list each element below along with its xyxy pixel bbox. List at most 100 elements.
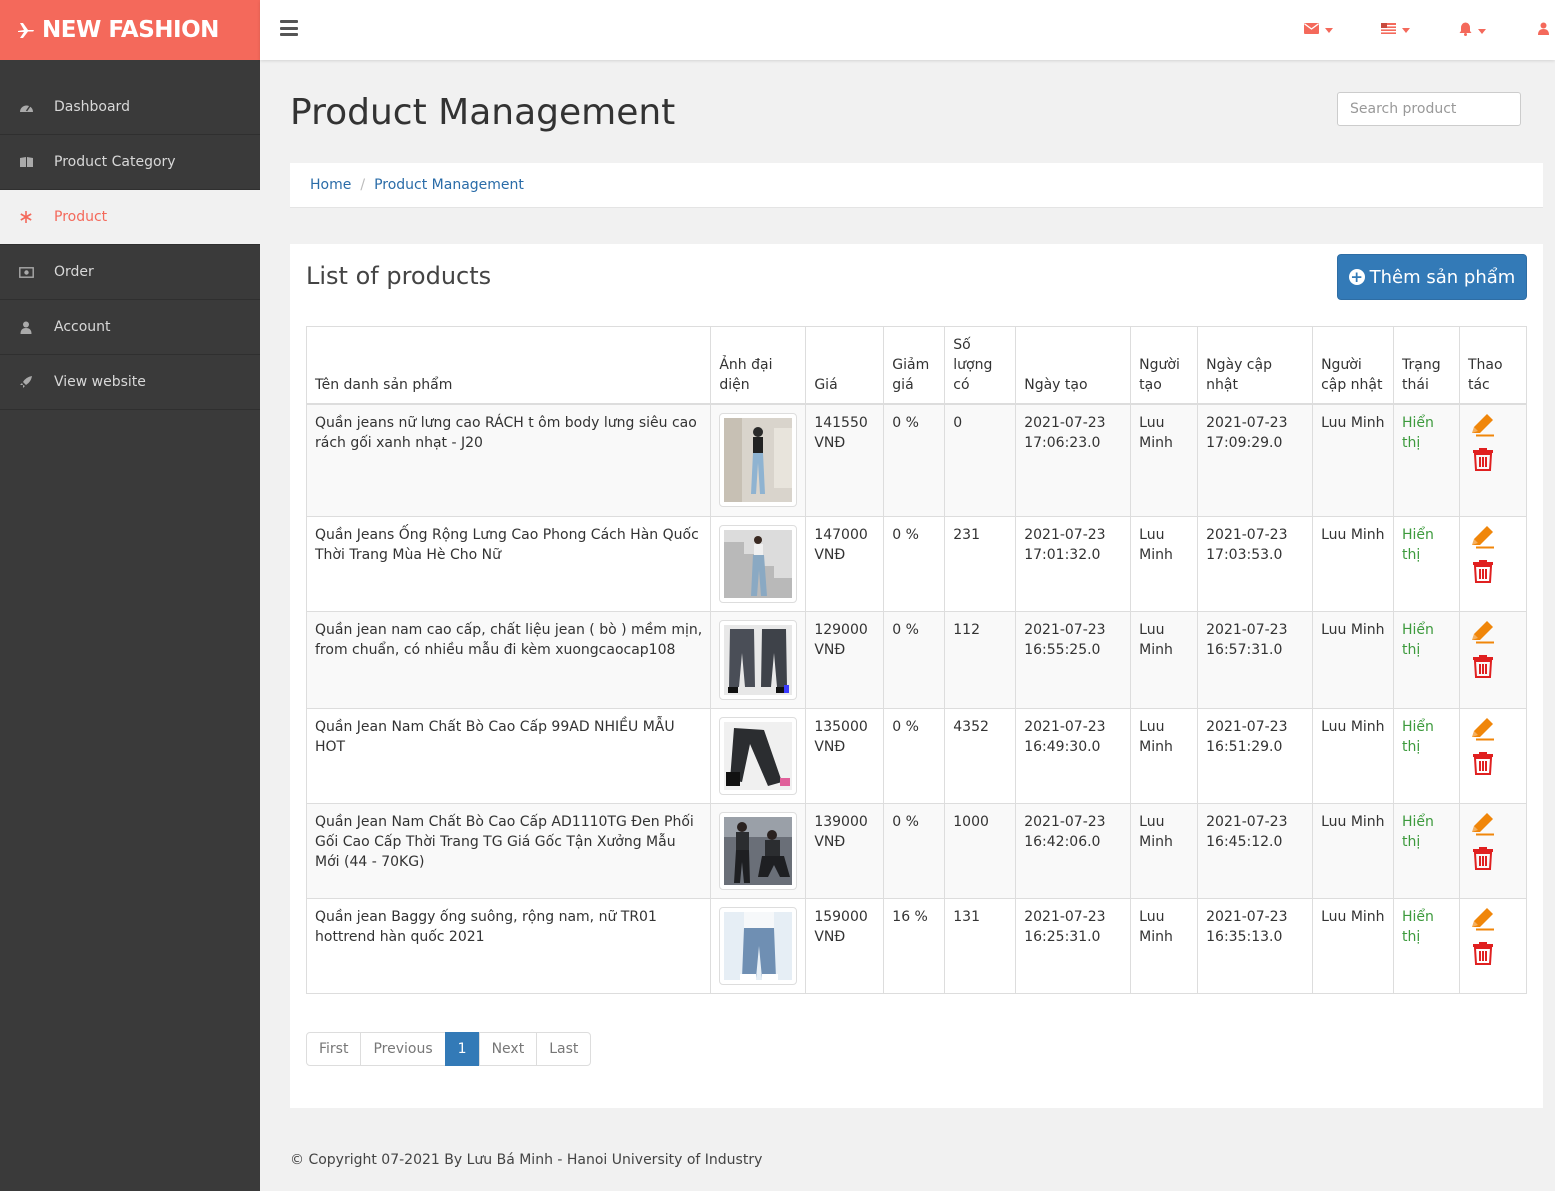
- sidebar-item-label: View website: [54, 374, 146, 390]
- flag-icon: [1381, 22, 1396, 38]
- column-header-updated[interactable]: Ngày cập nhật: [1197, 326, 1314, 405]
- discount-cell: 0 %: [883, 707, 946, 804]
- brand-logo[interactable]: NEW FASHION: [0, 0, 260, 60]
- table-row: Quần jean nam cao cấp, chất liệu jean ( …: [305, 610, 1528, 709]
- messages-dropdown[interactable]: [1304, 22, 1333, 38]
- product-thumbnail[interactable]: [719, 524, 798, 603]
- product-name: Quần jeans nữ lưng cao RÁCH t ôm body lư…: [315, 415, 697, 451]
- updated-cell: 2021-07-23 16:35:13.0: [1197, 897, 1314, 994]
- created-time: 17:06:23.0: [1024, 435, 1101, 451]
- sidebar-item-product-category[interactable]: Product Category: [0, 135, 260, 190]
- status-line-2: thị: [1402, 546, 1421, 563]
- sidebar-item-product[interactable]: Product: [0, 190, 260, 245]
- sidebar-item-account[interactable]: Account: [0, 300, 260, 355]
- edit-icon[interactable]: [1470, 717, 1496, 747]
- edit-icon[interactable]: [1470, 525, 1496, 555]
- breadcrumb-home-link[interactable]: Home: [310, 177, 351, 193]
- delete-icon[interactable]: [1472, 941, 1494, 971]
- edit-icon[interactable]: [1470, 620, 1496, 650]
- money-icon: [18, 264, 34, 280]
- edit-icon[interactable]: [1470, 907, 1496, 937]
- delete-icon[interactable]: [1472, 751, 1494, 781]
- product-image-cell: [710, 897, 807, 994]
- add-product-button[interactable]: + Thêm sản phẩm: [1337, 254, 1527, 300]
- chevron-down-icon: [1325, 27, 1333, 33]
- updated-date: 2021-07-23: [1206, 621, 1288, 638]
- column-header-discount[interactable]: Giảm giá: [883, 326, 946, 405]
- rocket-icon: [18, 374, 34, 390]
- page-last-link[interactable]: Last: [536, 1032, 592, 1066]
- notifications-dropdown[interactable]: [1459, 22, 1486, 40]
- sidebar-item-dashboard[interactable]: Dashboard: [0, 80, 260, 135]
- search-input[interactable]: [1337, 92, 1521, 126]
- creator-cell: Luu Minh: [1130, 802, 1199, 899]
- product-thumbnail[interactable]: [719, 413, 798, 507]
- updated-time: 16:51:29.0: [1206, 738, 1283, 755]
- bell-icon: [1459, 22, 1472, 40]
- sidebar-item-label: Account: [54, 319, 111, 335]
- created-date: 2021-07-23: [1024, 813, 1106, 830]
- product-thumbnail[interactable]: [719, 716, 798, 795]
- updated-date: 2021-07-23: [1206, 908, 1288, 925]
- product-name: Quần Jeans Ống Rộng Lưng Cao Phong Cách …: [315, 526, 699, 563]
- delete-icon[interactable]: [1472, 654, 1494, 684]
- table-row: Quần Jean Nam Chất Bò Cao Cấp AD1110TG Đ…: [305, 802, 1528, 899]
- delete-icon[interactable]: [1472, 559, 1494, 589]
- column-header-name[interactable]: Tên danh sản phẩm: [305, 326, 712, 405]
- updated-cell: 2021-07-23 17:03:53.0: [1197, 515, 1314, 612]
- user-menu[interactable]: [1538, 22, 1549, 39]
- breadcrumb-current[interactable]: Product Management: [374, 177, 524, 193]
- sidebar-item-view-website[interactable]: View website: [0, 355, 260, 410]
- column-header-image[interactable]: Ảnh đại diện: [710, 326, 807, 405]
- creator-cell: Luu Minh: [1130, 897, 1199, 994]
- page-first-link[interactable]: First: [306, 1032, 362, 1066]
- page-title: Product Management: [290, 92, 676, 133]
- actions-cell: [1458, 897, 1528, 994]
- sidebar-item-label: Order: [54, 264, 94, 280]
- page-next-link[interactable]: Next: [478, 1032, 538, 1066]
- product-thumbnail[interactable]: [719, 619, 798, 700]
- column-header-quantity[interactable]: Số lượng có: [944, 326, 1017, 405]
- price-cell: 139000 VNĐ: [805, 802, 885, 899]
- discount-value: 0 %: [892, 813, 919, 830]
- updated-time: 16:35:13.0: [1206, 928, 1283, 945]
- product-name-cell: Quần jean Baggy ống suông, rộng nam, nữ …: [305, 897, 712, 994]
- menu-toggle-icon[interactable]: [280, 20, 298, 36]
- delete-icon[interactable]: [1472, 846, 1494, 876]
- creator-first: Luu: [1139, 415, 1165, 431]
- page-previous-link[interactable]: Previous: [360, 1032, 446, 1066]
- sidebar-item-order[interactable]: Order: [0, 245, 260, 300]
- column-header-updater[interactable]: Người cập nhật: [1312, 326, 1394, 405]
- product-name: Quần Jean Nam Chất Bò Cao Cấp AD1110TG Đ…: [315, 813, 694, 870]
- status-line-2: thị: [1402, 738, 1421, 755]
- price-currency: VNĐ: [814, 928, 846, 945]
- created-time: 16:55:25.0: [1024, 641, 1101, 658]
- page-current-link[interactable]: 1: [444, 1032, 480, 1066]
- actions-cell: [1458, 610, 1528, 709]
- creator-first: Luu: [1139, 718, 1165, 735]
- discount-cell: 0 %: [883, 610, 946, 709]
- product-thumbnail[interactable]: [719, 811, 798, 890]
- discount-cell: 0 %: [883, 515, 946, 612]
- updater-cell: Luu Minh: [1312, 802, 1394, 899]
- price-cell: 159000 VNĐ: [805, 897, 885, 994]
- language-dropdown[interactable]: [1381, 22, 1410, 38]
- column-header-price[interactable]: Giá: [805, 326, 885, 405]
- column-header-creator[interactable]: Người tạo: [1130, 326, 1199, 405]
- delete-icon[interactable]: [1472, 447, 1494, 477]
- chevron-down-icon: [1402, 27, 1410, 33]
- updater-cell: Luu Minh: [1312, 403, 1394, 517]
- creator-last: Minh: [1139, 641, 1173, 658]
- edit-icon[interactable]: [1470, 413, 1496, 443]
- column-header-status[interactable]: Trạng thái: [1393, 326, 1460, 405]
- status-line-2: thị: [1402, 641, 1421, 658]
- edit-icon[interactable]: [1470, 812, 1496, 842]
- column-header-created[interactable]: Ngày tạo: [1015, 326, 1132, 405]
- status-line-1: Hiển: [1402, 908, 1434, 925]
- updater-cell: Luu Minh: [1312, 610, 1394, 709]
- creator-cell: Luu Minh: [1130, 707, 1199, 804]
- price-value: 139000: [814, 813, 868, 830]
- product-thumbnail[interactable]: [719, 906, 798, 985]
- quantity-value: 231: [953, 526, 980, 543]
- table-row: Quần jeans nữ lưng cao RÁCH t ôm body lư…: [305, 403, 1528, 517]
